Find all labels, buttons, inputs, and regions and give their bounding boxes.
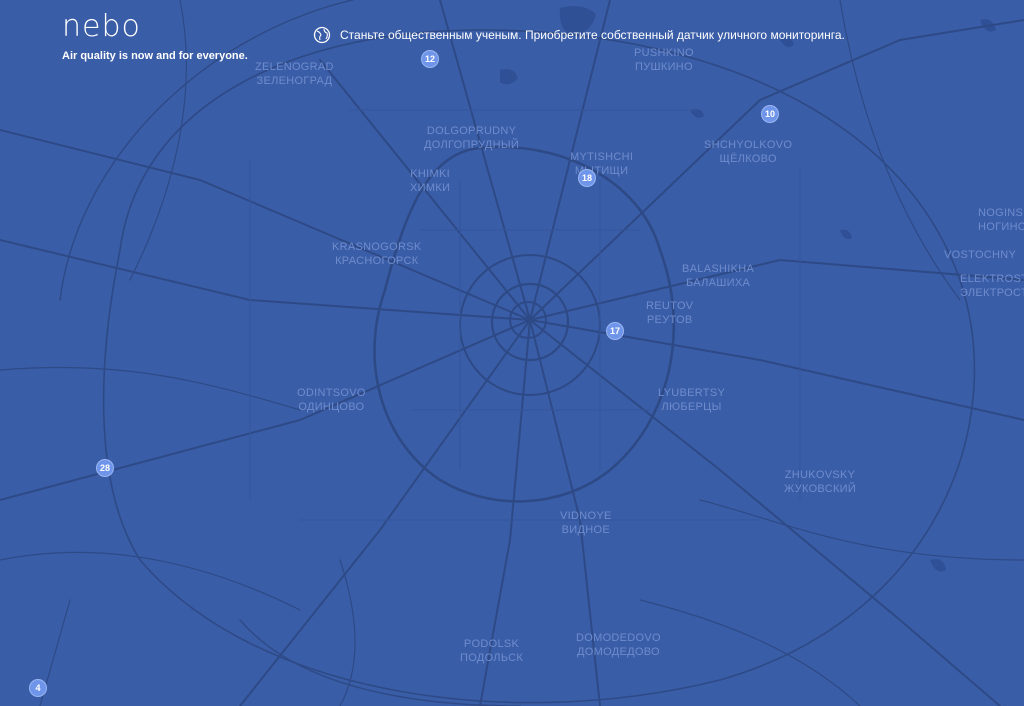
sensor-cluster-marker[interactable]: 18 bbox=[578, 169, 596, 187]
city-label-shchyolkovo: SHCHYOLKOVO ЩЁЛКОВО bbox=[704, 139, 793, 165]
sensor-cluster-marker[interactable]: 28 bbox=[96, 459, 114, 477]
city-label-reutov: REUTOV РЕУТОВ bbox=[646, 300, 694, 326]
nebo-logo[interactable]: nebo bbox=[62, 10, 248, 44]
city-label-balashikha: BALASHIKHA БАЛАШИХА bbox=[682, 263, 755, 289]
sensor-cluster-marker[interactable]: 4 bbox=[29, 679, 47, 697]
city-label-odintsovo: ODINTSOVO ОДИНЦОВО bbox=[297, 387, 366, 413]
city-label-vidnoye: VIDNOYE ВИДНОЕ bbox=[560, 510, 612, 536]
city-label-noginsk: NOGINSKНОГИНСК bbox=[978, 207, 1024, 233]
promo-text: Станьте общественным ученым. Приобретите… bbox=[340, 28, 845, 42]
sensor-cluster-marker[interactable]: 17 bbox=[606, 322, 624, 340]
city-label-vostochny: VOSTOCHNY bbox=[944, 249, 1017, 261]
city-label-domodedovo: DOMODEDOVO ДОМОДЕДОВО bbox=[576, 632, 661, 658]
city-label-podolsk: PODOLSK ПОДОЛЬСК bbox=[460, 638, 524, 664]
city-label-khimki: KHIMKI ХИМКИ bbox=[410, 168, 451, 194]
city-label-dolgoprudny: DOLGOPRUDNY ДОЛГОПРУДНЫЙ bbox=[424, 125, 520, 151]
sensor-cluster-marker[interactable]: 10 bbox=[761, 105, 779, 123]
map-canvas[interactable] bbox=[0, 0, 1024, 706]
globe-icon bbox=[313, 26, 331, 44]
brand: nebo Air quality is now and for everyone… bbox=[62, 10, 248, 63]
city-label-zelenograd: ZELENOGRAD ЗЕЛЕНОГРАД bbox=[255, 61, 334, 87]
citizen-science-promo-link[interactable]: Станьте общественным ученым. Приобретите… bbox=[313, 26, 845, 44]
sensor-cluster-marker[interactable]: 12 bbox=[421, 50, 439, 68]
city-label-elektrostal: ELEKTROSTALЭЛЕКТРОСТАЛЬ bbox=[960, 273, 1024, 299]
city-label-zhukovsky: ZHUKOVSKY ЖУКОВСКИЙ bbox=[784, 469, 857, 495]
city-label-pushkino: PUSHKINO ПУШКИНО bbox=[634, 47, 694, 73]
city-label-krasnogorsk: KRASNOGORSK КРАСНОГОРСК bbox=[332, 241, 422, 267]
tagline: Air quality is now and for everyone. bbox=[62, 50, 248, 62]
city-label-lyubertsy: LYUBERTSY ЛЮБЕРЦЫ bbox=[658, 387, 726, 413]
